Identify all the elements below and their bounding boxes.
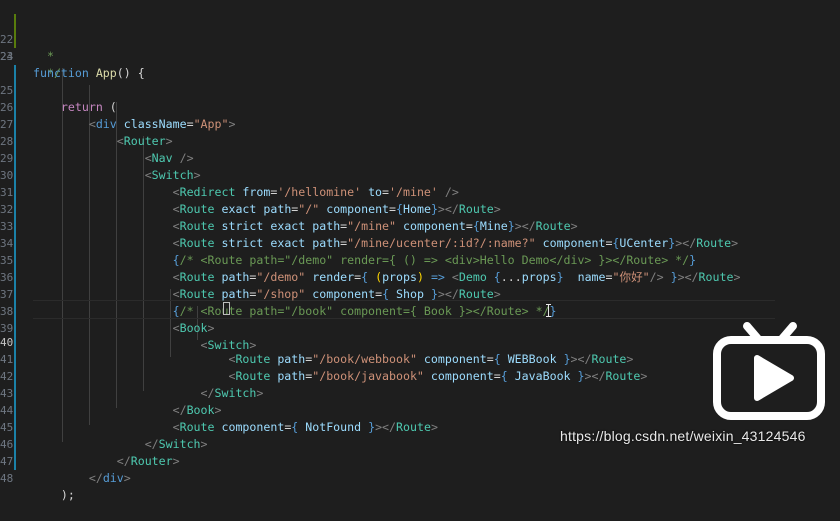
code-line-37[interactable]: 37 {/* <Route path="/book" component={ B… <box>0 252 840 318</box>
code-line-35[interactable]: 35 <Route path="/demo" render={ (props) … <box>0 218 840 284</box>
code-line-26[interactable]: 26 <div className="App"> <box>0 65 840 131</box>
code-line-23[interactable]: 23 */ <box>0 14 840 80</box>
code-line-34[interactable]: 34 {/* <Route path="/demo" render={ () =… <box>0 201 840 267</box>
code-line-33[interactable]: 33 <Route strict exact path="/mine/ucent… <box>0 184 840 250</box>
text-cursor-icon <box>546 304 552 317</box>
code-line-27[interactable]: 27 <Router> <box>0 82 840 148</box>
code-line-40-active[interactable]: 40 <Route path="/book/webbook" component… <box>0 300 840 366</box>
watermark-url: https://blog.csdn.net/weixin_43124546 <box>560 428 806 444</box>
code-line-25[interactable]: 25 return ( <box>0 48 840 114</box>
code-text: ); <box>60 488 75 502</box>
code-line-32[interactable]: 32 <Route strict exact path="/mine" comp… <box>0 167 840 233</box>
bracket-match-box <box>223 302 230 315</box>
code-line-24[interactable]: 24 function App() { <box>0 31 840 80</box>
bilibili-tv-play-icon <box>713 322 825 420</box>
code-text: </div> <box>88 471 131 485</box>
code-line-22[interactable]: 22 * <box>0 0 840 63</box>
code-line-36[interactable]: 36 <Route path="/shop" component={ Shop … <box>0 235 840 301</box>
code-line-31[interactable]: 31 <Route exact path="/" component={Home… <box>0 150 840 216</box>
code-line-29[interactable]: 29 <Switch> <box>0 116 840 182</box>
code-line-30[interactable]: 30 <Redirect from='/hellomine' to='/mine… <box>0 133 840 199</box>
line-number: 48 <box>0 472 13 485</box>
code-line-28[interactable]: 28 <Nav /> <box>0 99 840 165</box>
code-line-38[interactable]: 38 <Book> <box>0 269 840 335</box>
